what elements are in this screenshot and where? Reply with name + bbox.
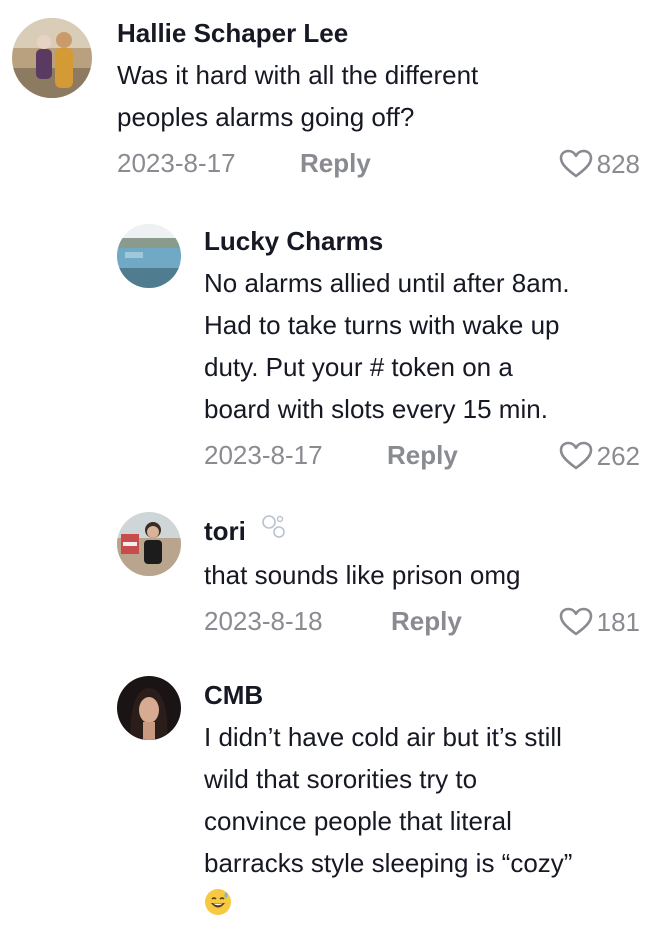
like-button[interactable]: 181	[559, 602, 640, 642]
comment-meta: 2023-8-17 Reply 262	[204, 436, 640, 476]
like-button[interactable]: 828	[559, 144, 640, 184]
photo-woman-dark-hair-icon	[117, 676, 181, 740]
comment-date: 2023-8-18	[204, 606, 323, 637]
heart-icon	[559, 441, 592, 470]
avatar[interactable]	[117, 676, 181, 740]
comment-username[interactable]: CMB	[204, 676, 640, 712]
like-count: 828	[596, 148, 640, 179]
comment-meta: 2023-8-18 Reply 181	[204, 602, 640, 642]
photo-two-women-icon	[12, 18, 92, 98]
photo-pool-landscape-icon	[117, 224, 181, 288]
like-button[interactable]: 262	[559, 436, 640, 476]
avatar[interactable]	[117, 512, 181, 576]
heart-icon	[559, 149, 592, 178]
reply-button[interactable]: Reply	[300, 148, 371, 179]
photo-woman-outdoors-icon	[117, 512, 181, 576]
comment-text: Was it hard with all the different peopl…	[117, 60, 479, 133]
comment-meta: 2023-8-17 Reply 828	[117, 144, 640, 184]
avatar[interactable]	[117, 224, 181, 288]
reply-button[interactable]: Reply	[387, 440, 458, 471]
comment-text: that sounds like prison omg	[204, 560, 521, 591]
like-count: 181	[596, 606, 640, 637]
heart-icon	[559, 607, 592, 636]
reply-button[interactable]: Reply	[391, 606, 462, 637]
like-count: 262	[596, 440, 640, 471]
avatar[interactable]	[12, 18, 92, 98]
bubbles-icon	[259, 512, 289, 550]
comment-date: 2023-8-17	[117, 148, 236, 179]
grinning-sweat-emoji-icon	[204, 888, 232, 916]
comment-date: 2023-8-17	[204, 440, 323, 471]
comment-username[interactable]: Hallie Schaper Lee	[117, 14, 640, 50]
comment-emoji-line	[204, 888, 640, 916]
comment-username[interactable]: Lucky Charms	[204, 222, 640, 258]
comment-username[interactable]: tori	[204, 512, 640, 550]
comment-text: I didn’t have cold air but it’s still wi…	[204, 722, 573, 879]
comment-text: No alarms allied until after 8am. Had to…	[204, 268, 570, 425]
